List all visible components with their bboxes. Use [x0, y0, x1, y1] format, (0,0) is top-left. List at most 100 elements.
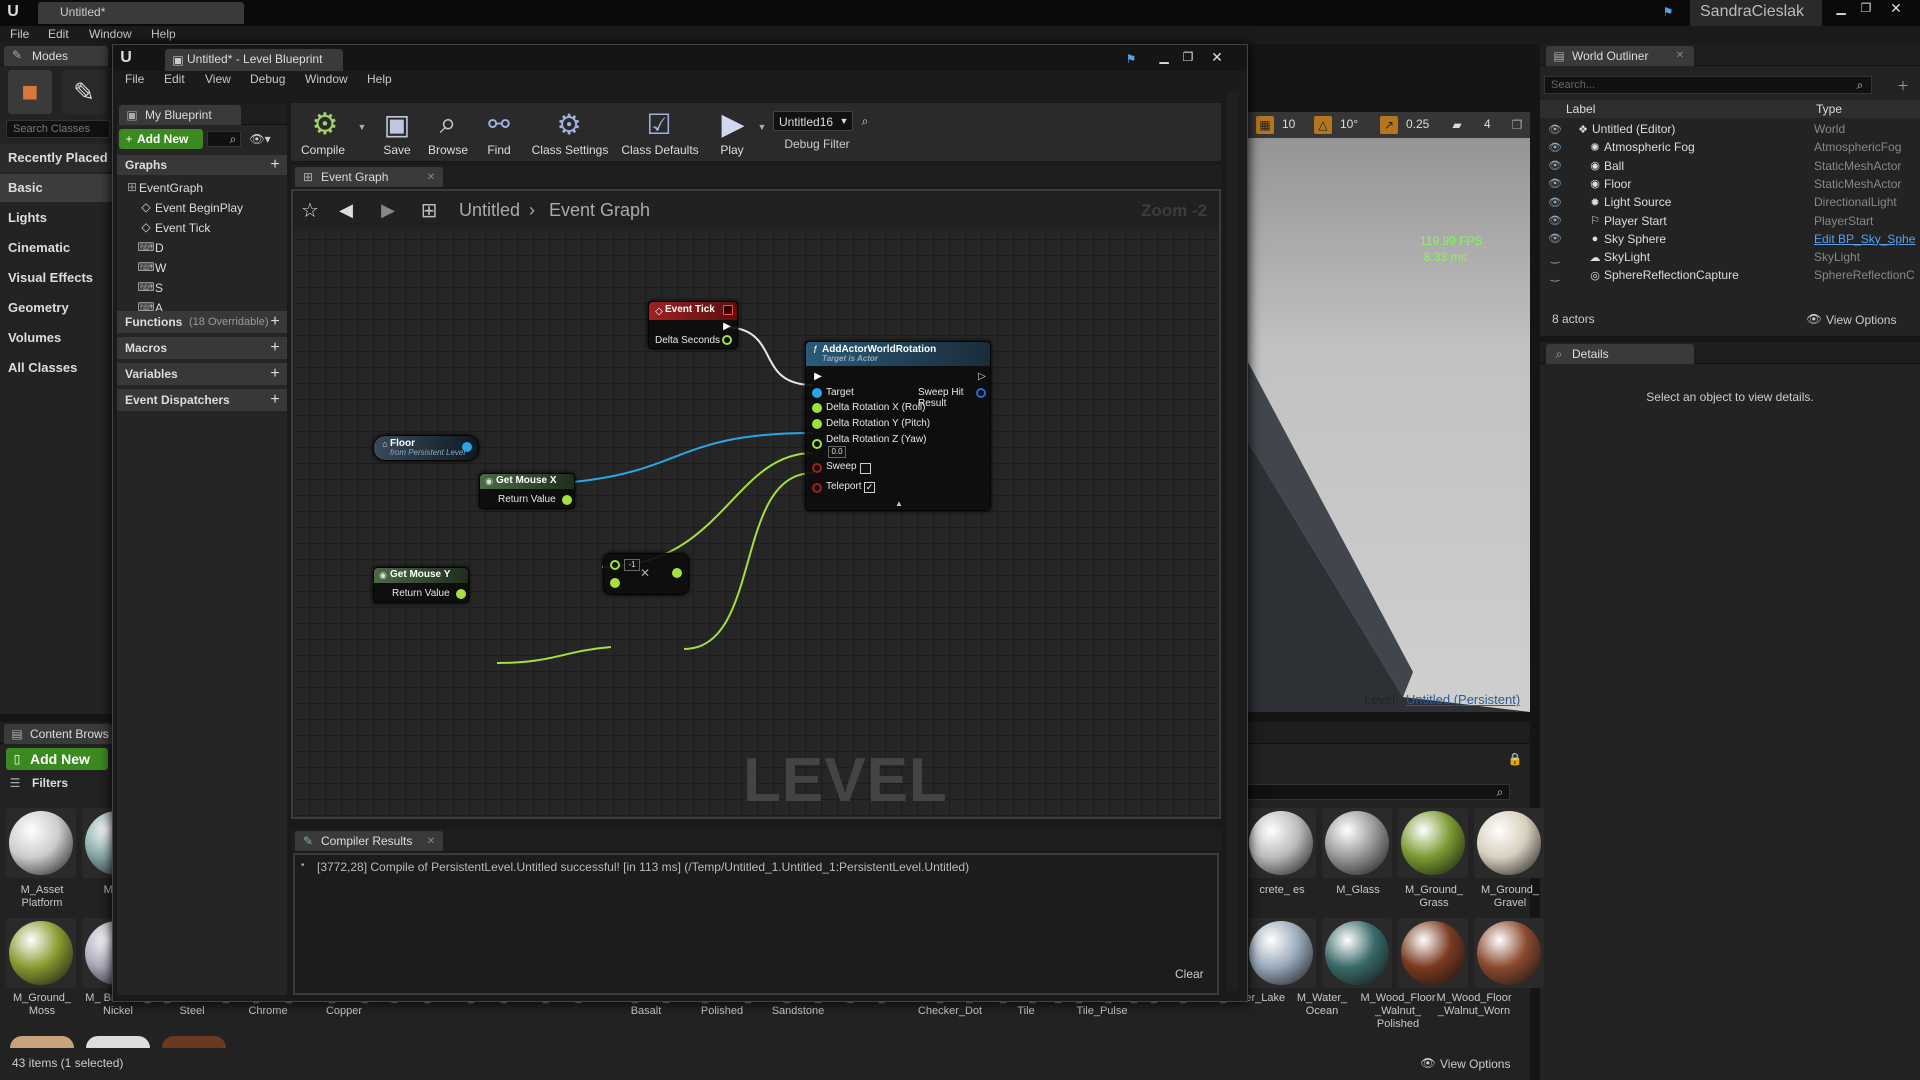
content-view-options[interactable]: 👁 View Options — [1420, 1056, 1530, 1072]
get-mouse-x-node[interactable]: Get Mouse X ◉ Return Value — [479, 473, 575, 509]
add-variable-icon[interactable]: + — [267, 365, 283, 382]
debug-object-select[interactable]: Untitled16 ▼ — [773, 111, 853, 131]
level-tab[interactable]: Untitled* — [38, 2, 244, 24]
place-mode-button[interactable]: ■ — [8, 70, 52, 114]
asset-thumbnail[interactable] — [86, 1036, 150, 1048]
multiply-in-pin[interactable] — [610, 578, 620, 588]
delta-x-pin[interactable] — [812, 403, 822, 413]
visibility-eye-icon[interactable]: ‿ — [1548, 250, 1562, 264]
add-folder-icon[interactable]: ＋ — [1894, 76, 1912, 94]
asset-thumbnail[interactable] — [1398, 918, 1468, 988]
menu-help[interactable]: Help — [151, 27, 176, 41]
asset-thumbnail[interactable] — [1474, 808, 1544, 878]
close-tab-icon[interactable]: ✕ — [1674, 49, 1686, 61]
grid-snap-value[interactable]: 10 — [1282, 117, 1295, 131]
category-volumes[interactable]: Volumes — [8, 330, 61, 345]
event-graph-canvas[interactable]: ☆ ◀ ▶ ⊞ Untitled › Event Graph Zoom -2 L… — [291, 189, 1221, 819]
delta-seconds-pin[interactable] — [722, 335, 732, 345]
tree-item-event-tick[interactable]: Event Tick — [155, 221, 210, 235]
user-badge[interactable]: SandraCieslak — [1690, 0, 1822, 26]
sweep-checkbox[interactable] — [860, 463, 871, 474]
bp-menu-debug[interactable]: Debug — [250, 72, 285, 86]
visibility-eye-icon[interactable]: 👁 — [1548, 159, 1562, 173]
category-lights[interactable]: Lights — [8, 210, 47, 225]
col-label[interactable]: Label — [1566, 102, 1595, 116]
dispatchers-section[interactable]: Event Dispatchers + — [117, 389, 287, 411]
play-options-arrow-icon[interactable]: ▼ — [757, 121, 767, 133]
sweep-pin[interactable] — [812, 463, 822, 473]
floor-reference-node[interactable]: ⌂ Floor from Persistent Level — [373, 435, 479, 461]
macros-section[interactable]: Macros + — [117, 337, 287, 359]
compile-options-arrow-icon[interactable]: ▼ — [357, 121, 367, 133]
details-tab[interactable]: Details — [1546, 344, 1694, 364]
visibility-eye-icon[interactable]: ‿ — [1548, 268, 1562, 282]
bp-menu-edit[interactable]: Edit — [164, 72, 185, 86]
clear-button[interactable]: Clear — [1175, 967, 1204, 981]
lock-icon[interactable]: 🔒 — [1508, 752, 1523, 766]
mouse-x-out-pin[interactable] — [562, 495, 572, 505]
event-tick-delegate-pin[interactable] — [723, 305, 733, 315]
close-tab-icon[interactable]: ✕ — [425, 835, 437, 847]
visibility-eye-icon[interactable]: 👁 — [1548, 140, 1562, 154]
asset-thumbnail[interactable] — [162, 1036, 226, 1048]
category-visual-effects[interactable]: Visual Effects — [8, 270, 93, 285]
bp-scrollbar[interactable] — [1227, 91, 1239, 991]
floor-out-pin[interactable] — [462, 442, 472, 452]
edit-blueprint-link[interactable]: Edit BP_Sky_Sphe — [1814, 232, 1918, 246]
multiply-out-pin[interactable] — [672, 568, 682, 578]
exec-out-pin[interactable]: ▷ — [976, 370, 988, 382]
find-button[interactable]: ⚯ Find — [477, 105, 521, 159]
maximize-icon[interactable]: ❐ — [1177, 49, 1199, 65]
filters-button[interactable]: Filters — [32, 776, 98, 792]
teleport-checkbox[interactable]: ✓ — [864, 482, 875, 493]
class-defaults-button[interactable]: ☑ Class Defaults — [617, 105, 703, 159]
sources-toggle-icon[interactable]: ☰ — [8, 776, 22, 790]
outliner-row[interactable]: 👁 ❖ Untitled (Editor) World — [1540, 120, 1920, 138]
close-tab-icon[interactable]: ✕ — [425, 171, 437, 183]
minimize-icon[interactable]: ▁ — [1153, 49, 1175, 65]
source-control-icon[interactable]: ⚑ — [1660, 4, 1676, 20]
bp-menu-view[interactable]: View — [205, 72, 231, 86]
teleport-pin[interactable] — [812, 483, 822, 493]
rotation-snap-icon[interactable]: △ — [1314, 116, 1332, 134]
outliner-search-input[interactable]: Search... ⌕ — [1544, 76, 1872, 94]
add-actor-world-rotation-node[interactable]: AddActorWorldRotation Target is Actor f … — [805, 341, 991, 511]
content-search-input[interactable]: ⌕ — [1246, 784, 1510, 800]
asset-thumbnail[interactable] — [1246, 808, 1316, 878]
category-geometry[interactable]: Geometry — [8, 300, 69, 315]
maximize-viewport-icon[interactable]: ❐ — [1510, 118, 1524, 132]
sweep-hit-pin[interactable] — [976, 388, 986, 398]
asset-thumbnail[interactable] — [1474, 918, 1544, 988]
bp-search-input[interactable]: ⌕ — [207, 131, 241, 147]
outliner-row[interactable]: 👁 ◉ Floor StaticMeshActor — [1540, 175, 1920, 193]
functions-section[interactable]: Functions (18 Overridable) + — [117, 311, 287, 333]
event-graph-tab[interactable]: Event Graph — [295, 167, 443, 187]
viewport[interactable]: 119.99 FPS 8.33 ms Level: Untitled (Pers… — [1248, 112, 1530, 712]
asset-thumbnail[interactable] — [1398, 808, 1468, 878]
source-control-icon[interactable]: ⚑ — [1123, 51, 1139, 67]
maximize-icon[interactable]: ❐ — [1855, 0, 1877, 16]
scale-snap-value[interactable]: 0.25 — [1406, 117, 1429, 131]
visibility-eye-icon[interactable]: 👁 — [1548, 214, 1562, 228]
minimize-icon[interactable]: ▁ — [1830, 0, 1852, 16]
target-pin[interactable] — [812, 388, 822, 398]
outliner-row[interactable]: ‿ ◎ SphereReflectionCapture SphereReflectio… — [1540, 266, 1920, 284]
play-button[interactable]: ▶ Play — [709, 105, 755, 159]
close-icon[interactable]: ✕ — [1203, 49, 1231, 65]
exec-in-pin[interactable]: ▶ — [812, 370, 824, 382]
delta-z-input[interactable]: 0.0 — [828, 446, 846, 458]
asset-thumbnail[interactable] — [1246, 918, 1316, 988]
menu-window[interactable]: Window — [89, 27, 132, 41]
collapse-arrow-icon[interactable]: ▲ — [894, 498, 904, 508]
outliner-row[interactable]: 👁 ◉ Ball StaticMeshActor — [1540, 157, 1920, 175]
graphs-section[interactable]: Graphs + — [117, 155, 287, 175]
outliner-row[interactable]: 👁 ⚐ Player Start PlayerStart — [1540, 212, 1920, 230]
bp-document-tab[interactable]: ▣ Untitled* - Level Blueprint — [165, 49, 343, 71]
asset-thumbnail[interactable] — [1322, 918, 1392, 988]
tree-item-d[interactable]: D — [155, 241, 164, 255]
search-classes-input[interactable]: Search Classes — [6, 120, 110, 138]
debug-search-icon[interactable]: ⌕ — [857, 113, 873, 129]
delta-y-pin[interactable] — [812, 419, 822, 429]
tree-item-w[interactable]: W — [155, 261, 166, 275]
multiply-node[interactable]: -1 ✕ — [603, 553, 689, 595]
